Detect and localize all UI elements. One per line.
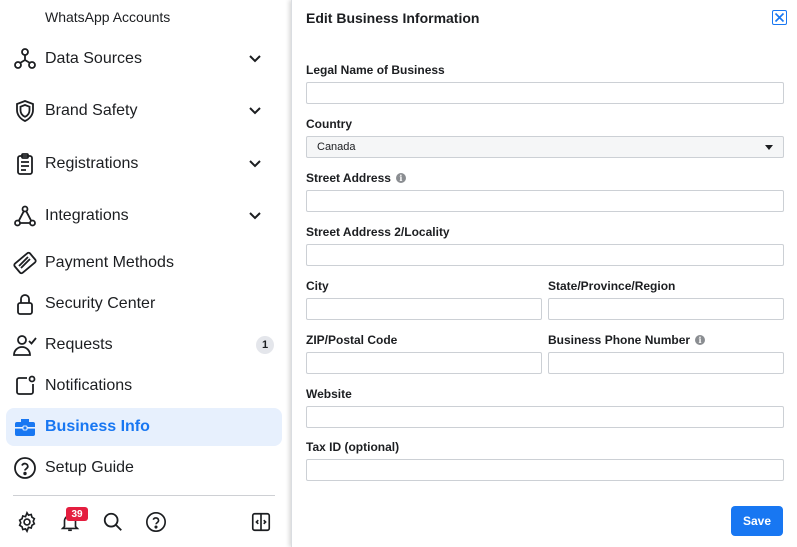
sidebar-item-label: Payment Methods bbox=[45, 254, 174, 271]
street-address-input[interactable] bbox=[306, 190, 784, 212]
sidebar-divider bbox=[13, 495, 275, 496]
field-label-text: Business Phone Number bbox=[548, 333, 691, 347]
country-label: Country bbox=[306, 117, 352, 131]
chevron-down-icon[interactable] bbox=[248, 104, 262, 118]
edit-business-info-panel: Edit Business Information Legal Name of … bbox=[291, 0, 797, 547]
phone-input[interactable] bbox=[548, 352, 784, 374]
close-icon bbox=[774, 12, 785, 23]
close-button[interactable] bbox=[772, 10, 787, 25]
sidebar-item-data-sources[interactable]: Data Sources bbox=[6, 40, 282, 78]
info-icon[interactable]: i bbox=[695, 335, 706, 345]
credit-card-icon bbox=[12, 250, 38, 276]
chevron-down-icon[interactable] bbox=[248, 157, 262, 171]
notification-icon bbox=[12, 373, 38, 399]
legal-name-label: Legal Name of Business bbox=[306, 63, 445, 77]
phone-label: Business Phone Number i bbox=[548, 333, 706, 347]
sidebar-item-requests[interactable]: Requests 1 bbox=[6, 326, 282, 364]
website-label: Website bbox=[306, 387, 352, 401]
field-label-text: Street Address 2/Locality bbox=[306, 225, 450, 239]
requests-count-badge: 1 bbox=[256, 336, 274, 354]
sidebar-item-label: Setup Guide bbox=[45, 459, 134, 476]
field-label-text: Legal Name of Business bbox=[306, 63, 445, 77]
tax-id-label: Tax ID (optional) bbox=[306, 440, 399, 454]
data-sources-icon bbox=[12, 46, 38, 72]
briefcase-icon bbox=[12, 414, 38, 440]
country-select-value: Canada bbox=[317, 141, 356, 153]
sidebar-item-label: Integrations bbox=[45, 207, 129, 224]
notifications-count-badge: 39 bbox=[66, 507, 88, 521]
sidebar-subitem-whatsapp-accounts[interactable]: WhatsApp Accounts bbox=[45, 9, 170, 25]
tax-id-input[interactable] bbox=[306, 459, 784, 481]
sidebar-item-business-info[interactable]: Business Info bbox=[6, 408, 282, 446]
field-label-text: Tax ID (optional) bbox=[306, 440, 400, 454]
sidebar-item-integrations[interactable]: Integrations bbox=[6, 197, 282, 235]
state-label: State/Province/Region bbox=[548, 279, 675, 293]
street-address-label: Street Address i bbox=[306, 171, 406, 185]
field-label-text: Country bbox=[306, 117, 352, 131]
sidebar-item-label: Notifications bbox=[45, 377, 133, 394]
street-address-2-input[interactable] bbox=[306, 244, 784, 266]
sidebar-item-payment-methods[interactable]: Payment Methods bbox=[6, 244, 282, 282]
sidebar: WhatsApp Accounts Data Sources Brand Saf… bbox=[0, 0, 291, 547]
integrations-icon bbox=[12, 203, 38, 229]
caret-down-icon bbox=[765, 144, 773, 150]
sidebar-item-notifications[interactable]: Notifications bbox=[6, 367, 282, 405]
sidebar-item-label: Brand Safety bbox=[45, 102, 138, 119]
zip-label: ZIP/Postal Code bbox=[306, 333, 397, 347]
gear-icon[interactable] bbox=[14, 509, 40, 535]
zip-input[interactable] bbox=[306, 352, 542, 374]
sidebar-item-label: Requests bbox=[45, 336, 113, 353]
field-label-text: Street Address bbox=[306, 171, 391, 185]
sidebar-item-brand-safety[interactable]: Brand Safety bbox=[6, 92, 282, 130]
field-label-text: State/Province/Region bbox=[548, 279, 676, 293]
field-label-text: ZIP/Postal Code bbox=[306, 333, 398, 347]
shield-icon bbox=[12, 98, 38, 124]
lock-icon bbox=[12, 291, 38, 317]
sidebar-item-setup-guide[interactable]: Setup Guide bbox=[6, 449, 282, 487]
sidebar-item-label: Business Info bbox=[45, 418, 150, 435]
person-check-icon bbox=[12, 332, 38, 358]
website-input[interactable] bbox=[306, 406, 784, 428]
panel-title: Edit Business Information bbox=[306, 10, 480, 26]
sidebar-item-label: Registrations bbox=[45, 155, 139, 172]
city-label: City bbox=[306, 279, 329, 293]
save-button[interactable]: Save bbox=[731, 506, 783, 536]
chevron-down-icon[interactable] bbox=[248, 52, 262, 66]
search-icon[interactable] bbox=[100, 509, 126, 535]
sidebar-item-label: Security Center bbox=[45, 295, 156, 312]
panel-toggle-icon[interactable] bbox=[248, 509, 274, 535]
city-input[interactable] bbox=[306, 298, 542, 320]
state-input[interactable] bbox=[548, 298, 784, 320]
country-select[interactable]: Canada bbox=[306, 136, 784, 158]
help-icon[interactable] bbox=[143, 509, 169, 535]
street-address-2-label: Street Address 2/Locality bbox=[306, 225, 450, 239]
sidebar-item-security-center[interactable]: Security Center bbox=[6, 285, 282, 323]
sidebar-item-label: Data Sources bbox=[45, 50, 142, 67]
sidebar-item-registrations[interactable]: Registrations bbox=[6, 145, 282, 183]
field-label-text: Website bbox=[306, 387, 352, 401]
info-icon[interactable]: i bbox=[395, 173, 406, 183]
clipboard-icon bbox=[12, 151, 38, 177]
question-icon bbox=[12, 455, 38, 481]
field-label-text: City bbox=[306, 279, 329, 293]
chevron-down-icon[interactable] bbox=[248, 209, 262, 223]
legal-name-input[interactable] bbox=[306, 82, 784, 104]
